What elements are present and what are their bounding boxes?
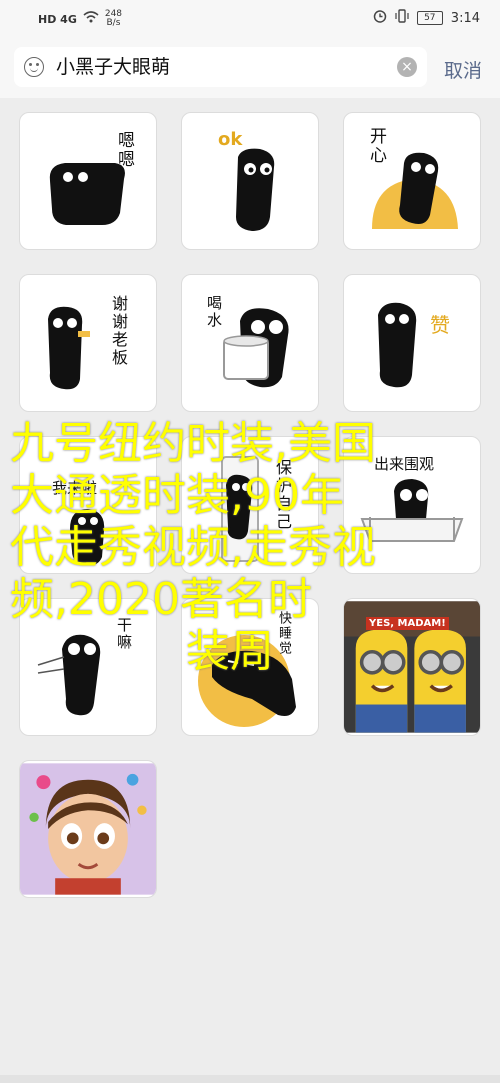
search-box[interactable]: × (14, 47, 427, 87)
overlay-line: 九号纽约时装,美国 (10, 418, 376, 469)
blob-sticker-icon (223, 308, 289, 388)
blob-sticker-icon (378, 302, 417, 388)
sticker-caption: 嗯嗯 (114, 131, 134, 169)
sticker-tile[interactable]: 谢谢老板 (19, 274, 157, 412)
emoji-icon[interactable] (24, 57, 44, 77)
status-time: 3:14 (450, 10, 480, 26)
sticker-tile[interactable]: 赞 (343, 274, 481, 412)
search-input[interactable] (56, 47, 376, 87)
sticker-tile[interactable]: ok (181, 112, 319, 250)
sticker-caption: 谢谢老板 (109, 295, 128, 367)
network-speed-unit: B/s (106, 18, 121, 28)
sticker-tile[interactable]: 喝水 (181, 274, 319, 412)
sticker-caption: 赞 (430, 313, 450, 337)
cancel-button[interactable]: 取消 (444, 56, 482, 83)
clear-icon[interactable]: × (397, 57, 417, 77)
sticker-tile[interactable] (19, 760, 157, 898)
overlay-line: 代走秀视频,走秀视 (10, 522, 376, 573)
cartoon-girl-photo (20, 763, 156, 895)
status-bar: HD 4G 248 B/s 57 3:14 (0, 0, 500, 36)
overlay-line: 大通透时装,90年 (10, 470, 344, 521)
search-header: × 取消 (0, 36, 500, 98)
vibrate-icon (395, 9, 409, 27)
bottom-bar (0, 1075, 500, 1083)
sticker-caption: 喝水 (205, 295, 223, 329)
overlay-line: 频,2020著名时 (10, 574, 312, 625)
signal-indicator: HD 4G (38, 12, 77, 26)
blob-sticker-icon (48, 306, 90, 390)
overlay-line: 装周 (186, 626, 274, 677)
sticker-caption: 开心 (366, 127, 386, 165)
sticker-tile[interactable]: 嗯嗯 (19, 112, 157, 250)
sticker-caption: ok (218, 129, 243, 150)
network-speed: 248 B/s (105, 10, 122, 28)
battery-indicator: 57 (416, 11, 443, 25)
wifi-icon (83, 11, 99, 27)
blob-sticker-icon (236, 148, 275, 231)
overlay-caption: 九号纽约时装,美国 大通透时装,90年 代走秀视频,走秀视 频,2020著名时 … (10, 418, 480, 678)
sticker-tile[interactable]: 开心 (343, 112, 481, 250)
alarm-icon (373, 9, 387, 27)
